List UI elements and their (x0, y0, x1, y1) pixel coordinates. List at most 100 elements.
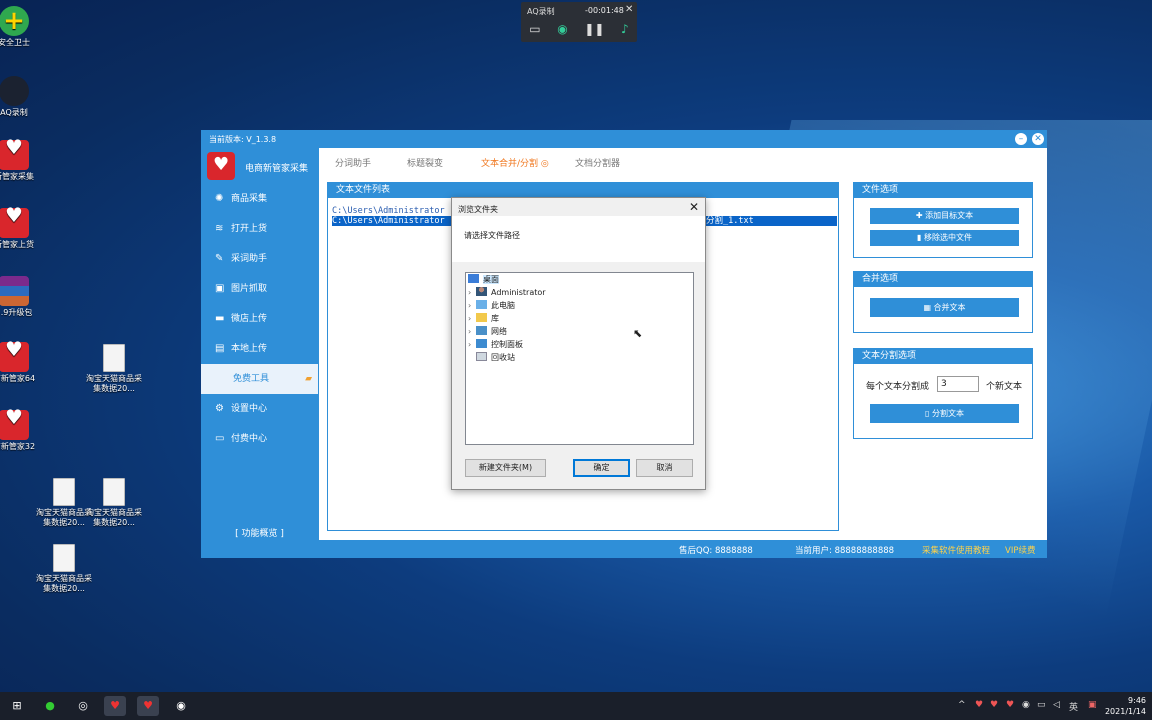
volume-icon[interactable]: ◁ (1053, 700, 1060, 710)
360-icon: + (0, 6, 29, 36)
clock[interactable]: 9:46 2021/1/14 (1105, 695, 1146, 717)
clock-time: 9:46 (1128, 696, 1146, 705)
chevron-right-icon[interactable]: › (468, 300, 476, 312)
archive-icon (0, 276, 29, 306)
document-icon (103, 478, 125, 506)
close-icon[interactable]: ✕ (625, 4, 633, 15)
chevron-right-icon[interactable]: › (468, 313, 476, 325)
split-options-title: 文本分割选项 (854, 349, 1032, 364)
app-logo-icon (0, 410, 29, 440)
tree-node-library[interactable]: › 库 (468, 313, 499, 325)
desktop-icon-64[interactable]: 商新管家64 (0, 342, 44, 384)
desktop-icon-package[interactable]: 5.9升级包 (0, 276, 44, 318)
tree-node-recycle-bin[interactable]: 回收站 (476, 352, 515, 364)
desktop-icon-doc[interactable]: 淘宝天猫商品采集数据20... (34, 544, 94, 594)
remove-selected-button[interactable]: ▮ 移除选中文件 (870, 230, 1019, 246)
dialog-hint: 请选择文件路径 (464, 231, 520, 240)
document-icon (53, 478, 75, 506)
tab-bar: 分词助手 标题裂变 文本合并/分割 ◎ 文档分割器 (319, 148, 1047, 174)
tray-app-icon[interactable]: ◉ (1022, 700, 1030, 710)
desktop-icon-32[interactable]: 商新管家32 (0, 410, 44, 452)
clock-date: 2021/1/14 (1104, 707, 1146, 716)
browse-folder-dialog: 浏览文件夹 ✕ 请选择文件路径 桌面 › Administrator › 此电脑 ›… (451, 197, 706, 490)
ok-button[interactable]: 确定 (573, 459, 630, 477)
network-icon[interactable]: ▭ (1037, 700, 1046, 710)
chevron-right-icon[interactable]: › (468, 287, 476, 299)
chevron-up-icon[interactable]: ^ (958, 700, 966, 710)
desktop-icon (468, 274, 479, 283)
desktop-icon-upload[interactable]: 新管家上货 (0, 208, 44, 250)
desktop-icon-doc[interactable]: 淘宝天猫商品采集数据20... (84, 344, 144, 394)
status-bar: 售后QQ: 8888888 当前用户: 88888888888 采集软件使用教程… (319, 540, 1047, 558)
tree-node-desktop[interactable]: 桌面 (468, 274, 499, 286)
desktop-icon-doc[interactable]: 淘宝天猫商品采集数据20... (84, 478, 144, 528)
window-icon[interactable]: ▭ (529, 22, 540, 36)
nav-item-weidian[interactable]: ▬ 微店上传 (201, 304, 318, 334)
tree-node-administrator[interactable]: › Administrator (468, 287, 546, 299)
user-icon (476, 287, 487, 296)
task-view-icon[interactable]: ⊞ (6, 696, 28, 716)
cancel-button[interactable]: 取消 (636, 459, 693, 477)
tree-node-network[interactable]: › 网络 (468, 326, 507, 338)
tab-doc-splitter[interactable]: 文档分割器 (575, 156, 620, 169)
desktop-icon-collect[interactable]: 新管家采集 (0, 140, 44, 182)
nav-item-local-upload[interactable]: ▤ 本地上传 (201, 334, 318, 364)
notification-app-icon[interactable]: ▣ (1088, 700, 1097, 710)
split-count-input[interactable]: 3 (937, 376, 979, 392)
document-icon (53, 544, 75, 572)
tree-node-this-pc[interactable]: › 此电脑 (468, 300, 515, 312)
tab-text-merge-split[interactable]: 文本合并/分割 ◎ (481, 156, 549, 169)
chevron-right-icon[interactable]: › (468, 339, 476, 351)
desktop-icon-aq[interactable]: AQ录制 (0, 76, 44, 118)
nav-item-open-upload[interactable]: ≋ 打开上货 (201, 214, 318, 244)
current-user: 当前用户: 88888888888 (795, 546, 895, 556)
taskbar-app-upload[interactable]: ♥ (137, 696, 159, 716)
split-text-button[interactable]: ▯ 分割文本 (870, 404, 1019, 423)
close-icon[interactable]: ✕ (689, 200, 699, 214)
chevron-right-icon[interactable]: › (468, 326, 476, 338)
close-icon[interactable]: ✕ (1032, 133, 1044, 145)
upload-icon: ≋ (215, 223, 224, 234)
split-options-panel: 文本分割选项 每个文本分割成 3 个新文本 ▯ 分割文本 (853, 348, 1033, 439)
computer-icon (476, 300, 487, 309)
microphone-icon[interactable]: ♪ (621, 22, 629, 36)
edit-icon: ✎ (215, 253, 224, 264)
desktop-icon-360[interactable]: + 安全卫士 (0, 6, 44, 48)
aq-recorder-icon[interactable]: ◉ (170, 696, 192, 716)
trash-icon: ▮ (917, 233, 924, 242)
nav-item-settings[interactable]: ⚙ 设置中心 (201, 394, 318, 424)
tray-app-icon[interactable]: ♥ (1006, 700, 1014, 710)
nav-item-payment[interactable]: ▭ 付费中心 (201, 424, 318, 454)
language-indicator[interactable]: 英 (1069, 700, 1078, 713)
nav-item-collect[interactable]: ✺ 商品采集 (201, 184, 318, 214)
tree-node-control-panel[interactable]: › 控制面板 (468, 339, 523, 351)
vip-renew-link[interactable]: VIP续费 (1005, 544, 1035, 556)
folder-tree[interactable]: 桌面 › Administrator › 此电脑 › 库 › 网络 › 控制面板 回收站 … (465, 272, 694, 445)
store-icon: ▬ (215, 313, 225, 324)
taskbar-app-collect[interactable]: ♥ (104, 696, 126, 716)
record-icon[interactable]: ◉ (557, 22, 567, 36)
version-label: 当前版本: V_1.3.8 (209, 135, 277, 144)
gear-icon: ⚙ (215, 403, 224, 414)
minimize-icon[interactable]: – (1015, 133, 1027, 145)
nav-item-word-helper[interactable]: ✎ 采词助手 (201, 244, 318, 274)
tutorial-link[interactable]: 采集软件使用教程 (922, 544, 990, 556)
tray-app-icon[interactable]: ♥ (990, 700, 998, 710)
tab-segment[interactable]: 分词助手 (335, 156, 371, 169)
app-icon[interactable]: ◎ (72, 696, 94, 716)
tray-app-icon[interactable]: ♥ (975, 700, 983, 710)
pause-icon[interactable]: ❚❚ (584, 22, 604, 36)
app-logo-icon (0, 208, 29, 238)
feature-overview-link[interactable]: [ 功能概览 ] (201, 526, 318, 539)
new-folder-button[interactable]: 新建文件夹(M) (465, 459, 546, 477)
file-list-item[interactable]: C:\Users\Administrator (332, 206, 445, 216)
taskbar: ⊞ ● ◎ ♥ ♥ ◉ ^ ♥ ♥ ♥ ◉ ▭ ◁ 英 ▣ 9:46 2021/… (0, 692, 1152, 720)
nav-item-image-grab[interactable]: ▣ 图片抓取 (201, 274, 318, 304)
add-text-button[interactable]: ✚ 添加目标文本 (870, 208, 1019, 224)
merge-text-button[interactable]: ▦ 合并文本 (870, 298, 1019, 317)
360-icon[interactable]: ● (39, 696, 61, 716)
card-icon: ▭ (215, 433, 225, 444)
nav-item-free-tools[interactable]: 免费工具 ▰ (201, 364, 318, 394)
app-logo-icon (207, 152, 235, 180)
tab-title-split[interactable]: 标题裂变 (407, 156, 443, 169)
